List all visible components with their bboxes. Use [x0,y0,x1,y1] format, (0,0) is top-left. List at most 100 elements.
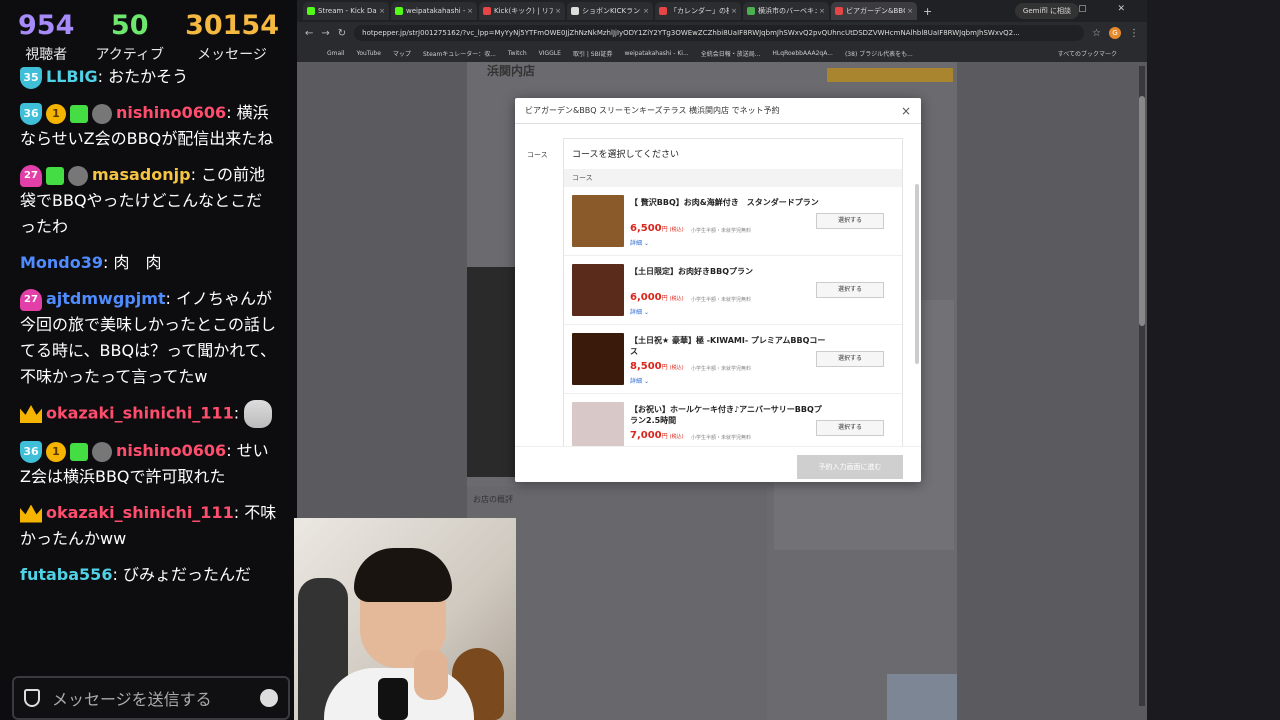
bookmark-item[interactable]: (38) ブラジル代表をも... [845,49,913,58]
menu-icon[interactable]: ⋮ [1129,28,1139,39]
chat-username[interactable]: futaba556 [20,565,112,584]
tab-title: weipatakahashi - K [406,7,465,15]
chat-panel: 954 視聴者 50 アクティブ 30154 メッセージ 35 LLBIG: おた… [0,0,297,720]
bookmarks-bar: Gmail YouTube マップ Steamキュレーター：収... Twitch VIG… [297,44,1147,62]
stat-messages: 30154 メッセージ [185,10,279,64]
panel-title: コースを選択してください [572,150,680,160]
select-course-button[interactable]: 選択する [816,213,884,229]
course-detail-link[interactable]: 詳細 ⌄ [630,376,649,385]
back-icon[interactable]: ← [305,28,313,39]
chat-username[interactable]: nishino0606 [116,441,226,460]
bookmark-item[interactable]: HLqRoebbAAA2qA... [772,50,833,57]
close-tab-icon[interactable]: × [819,7,825,15]
course-price: 6,000円 (税込) [630,292,684,303]
scroll-thumb[interactable] [1139,96,1145,326]
chat-username[interactable]: nishino0606 [116,103,226,122]
emoji-icon[interactable] [260,689,278,707]
detail-label: 詳細 [630,309,643,316]
new-tab-icon[interactable]: + [923,5,932,18]
select-course-button[interactable]: 選択する [816,351,884,367]
modal-title: ビアガーデン&BBQ スリーモンキーズテラス 横浜関内店 でネット予約 [525,106,780,115]
detail-label: 詳細 [630,378,643,385]
modal-scrollbar[interactable] [915,184,919,364]
chat-input[interactable]: メッセージを送信する [52,686,260,710]
browser-tab[interactable]: 横浜市のバーベキュー× [743,2,829,20]
stat-active: 50 アクティブ [95,10,163,64]
avatar-badge-icon [92,441,112,462]
panel-subheader: コース [564,169,902,187]
chat-username[interactable]: masadonjp [92,165,191,184]
close-tab-icon[interactable]: × [379,7,385,15]
course-detail-link[interactable]: 詳細 ⌄ [630,238,649,247]
browser-tab[interactable]: weipatakahashi - K× [391,2,477,20]
close-tab-icon[interactable]: × [907,7,913,15]
forward-icon[interactable]: → [321,28,329,39]
chat-separator: : [112,565,123,584]
select-course-button[interactable]: 選択する [816,282,884,298]
course-thumbnail [572,264,624,316]
course-row: 【 贅沢BBQ】お肉&海鮮付き スタンダードプラン 6,500円 (税込) 小学生… [564,187,902,256]
stat-label: アクティブ [95,47,164,63]
coin-badge-icon: 1 [46,103,66,124]
all-bookmarks[interactable]: すべてのブックマーク [1058,49,1117,58]
shield-icon[interactable] [24,689,40,707]
chevron-down-icon: ⌄ [643,309,649,316]
url-input[interactable]: hotpepper.jp/strJ001275162/?vc_lpp=MyYyN… [354,25,1085,41]
heart-badge-icon: 27 [20,164,42,187]
chat-separator: : [226,441,237,460]
tab-title: ショボンKICKランキン [582,7,641,15]
chat-separator: : [165,289,177,308]
chat-username[interactable]: okazaki_shinichi_111 [46,404,234,423]
bookmark-item[interactable]: VIGGLE [539,50,561,57]
browser-tab[interactable]: Kick(キック) | リアル× [479,2,565,20]
bookmark-item[interactable]: YouTube [357,50,381,57]
star-icon[interactable]: ☆ [1092,28,1101,39]
close-tab-icon[interactable]: × [643,7,649,15]
bookmark-item[interactable]: マップ [393,49,411,58]
chat-username[interactable]: okazaki_shinichi_111 [46,503,234,522]
window-controls[interactable]: ─ ▢ ✕ [1042,4,1139,14]
select-course-button[interactable]: 選択する [816,420,884,436]
bookmark-item[interactable]: 取引 | SBI証券 [573,49,613,58]
stat-label: 視聴者 [25,47,68,63]
chat-username[interactable]: ajtdmwgpjmt [46,289,166,308]
browser-tab[interactable]: ショボンKICKランキン× [567,2,653,20]
price-tax: (税込) [669,296,684,302]
browser-tab[interactable]: ビアガーデン&BBQ ス× [831,2,917,20]
course-thumbnail [572,402,624,446]
close-tab-icon[interactable]: × [467,7,473,15]
course-meta: 小学生半額・未就学児無料 [691,366,752,372]
chat-username[interactable]: LLBIG [46,67,98,86]
course-detail-link[interactable]: 詳細 ⌄ [630,307,649,316]
page-scrollbar[interactable] [1139,66,1145,706]
chat-separator: : [233,403,245,423]
bookmark-item[interactable]: Twitch [508,50,527,57]
bookmark-item[interactable]: 全統会日報・放送局... [701,49,761,58]
chat-username[interactable]: Mondo39 [20,253,103,272]
close-tab-icon[interactable]: × [555,7,561,15]
price-value: 7,000 [630,430,662,441]
profile-avatar[interactable]: G [1109,27,1121,39]
stat-value: 30154 [185,10,279,41]
avatar-badge-icon [68,165,88,186]
chat-message: 35 LLBIG: おたかそう [20,64,277,90]
browser-tab[interactable]: Stream - Kick Dash× [303,2,389,20]
chat-separator: : [103,253,114,272]
course-name: 【土日限定】お肉好きBBQプラン [630,267,753,276]
bookmark-item[interactable]: Gmail [327,50,345,57]
emote-image-icon [244,400,273,428]
browser-tab[interactable]: 「カレンダー」の検索結× [655,2,741,20]
price-value: 8,500 [630,361,662,372]
close-icon[interactable]: × [901,104,911,118]
chat-input-box[interactable]: メッセージを送信する [12,676,290,720]
bookmark-item[interactable]: Steamキュレーター：収... [423,49,496,58]
close-tab-icon[interactable]: × [731,7,737,15]
price-value: 6,000 [630,292,662,303]
course-row: 【土日祝★ 豪華】極 -KIWAMI- プレミアムBBQコース 8,500円 (税… [564,325,902,394]
reload-icon[interactable]: ↻ [338,28,346,39]
info-header: お店の概評 [473,495,513,504]
proceed-button[interactable]: 予約入力画面に進む [797,455,903,479]
shield-badge-icon: 36 [20,440,42,463]
price-yen: 円 [661,433,668,440]
bookmark-item[interactable]: weipatakahashi - Ki... [624,50,688,57]
